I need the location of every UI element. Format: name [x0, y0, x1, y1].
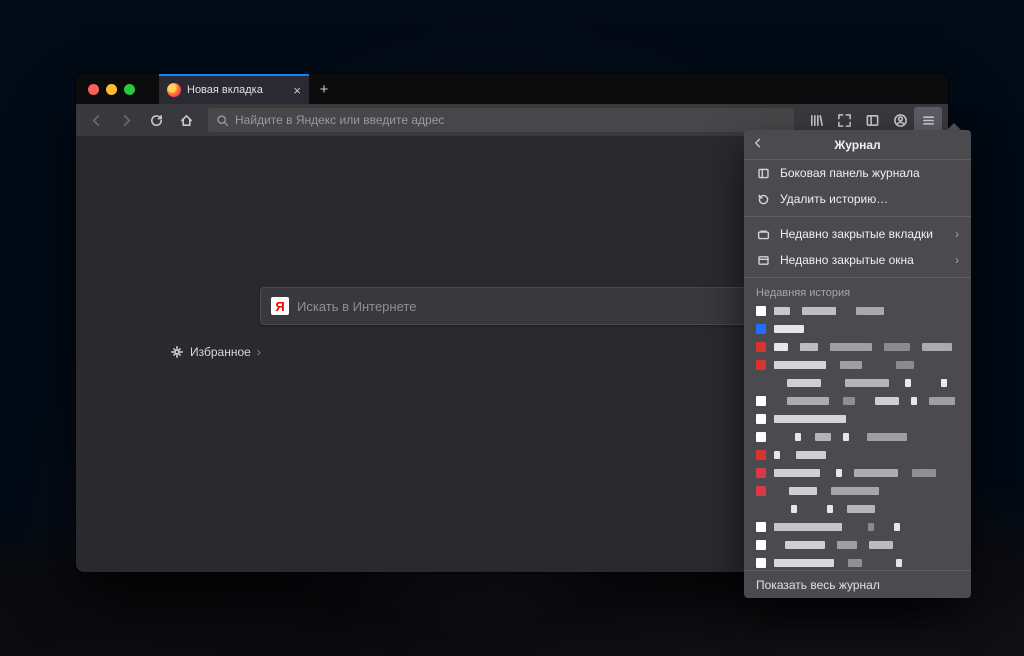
search-icon — [216, 114, 229, 127]
favicon — [756, 558, 766, 568]
favorites-section[interactable]: Избранное › — [170, 345, 261, 359]
window-icon — [756, 254, 770, 267]
address-bar-placeholder: Найдите в Яндекс или введите адрес — [235, 113, 444, 127]
window-controls — [84, 74, 141, 104]
history-item[interactable] — [756, 411, 959, 427]
history-item[interactable] — [756, 393, 959, 409]
tab-title: Новая вкладка — [187, 84, 263, 96]
web-search-placeholder: Искать в Интернете — [297, 299, 416, 314]
history-item[interactable] — [756, 555, 959, 570]
tab-strip: Новая вкладка × + — [76, 74, 948, 104]
new-tab-button[interactable]: + — [309, 74, 339, 104]
close-tab-button[interactable]: × — [293, 84, 301, 97]
favorites-label: Избранное — [190, 345, 251, 359]
back-button[interactable] — [82, 107, 110, 133]
maximize-window-button[interactable] — [124, 84, 135, 95]
web-search-box[interactable]: Я Искать в Интернете — [260, 287, 764, 325]
history-item[interactable] — [756, 357, 959, 373]
history-item[interactable] — [756, 339, 959, 355]
yandex-icon: Я — [271, 297, 289, 315]
favicon — [756, 360, 766, 370]
panel-back-button[interactable] — [752, 137, 764, 152]
reload-button[interactable] — [142, 107, 170, 133]
forward-button[interactable] — [112, 107, 140, 133]
menu-item-label: Недавно закрытые окна — [780, 253, 914, 267]
history-item[interactable] — [756, 537, 959, 553]
history-item[interactable] — [756, 483, 959, 499]
show-all-history-item[interactable]: Показать весь журнал — [744, 570, 971, 598]
history-item[interactable] — [756, 321, 959, 337]
sidebar-icon — [756, 167, 770, 180]
menu-item-label: Боковая панель журнала — [780, 166, 920, 180]
menu-item-label: Удалить историю… — [780, 192, 888, 206]
recently-closed-windows-item[interactable]: Недавно закрытые окна › — [744, 247, 971, 273]
favicon — [756, 378, 766, 388]
recent-history-list — [744, 301, 971, 570]
browser-tab[interactable]: Новая вкладка × — [159, 74, 309, 104]
tab-icon — [756, 228, 770, 241]
home-button[interactable] — [172, 107, 200, 133]
close-window-button[interactable] — [88, 84, 99, 95]
chevron-right-icon: › — [257, 345, 261, 359]
history-sidebar-item[interactable]: Боковая панель журнала — [744, 160, 971, 186]
favicon — [756, 342, 766, 352]
firefox-icon — [167, 83, 181, 97]
favicon — [756, 324, 766, 334]
sparkle-icon — [170, 345, 184, 359]
favicon — [756, 504, 766, 514]
recent-history-section-label: Недавняя история — [744, 282, 971, 301]
minimize-window-button[interactable] — [106, 84, 117, 95]
history-item[interactable] — [756, 501, 959, 517]
history-item[interactable] — [756, 519, 959, 535]
panel-title: Журнал — [834, 138, 880, 152]
favicon — [756, 450, 766, 460]
history-item[interactable] — [756, 303, 959, 319]
favicon — [756, 396, 766, 406]
clear-history-item[interactable]: Удалить историю… — [744, 186, 971, 212]
history-item[interactable] — [756, 447, 959, 463]
history-clear-icon — [756, 193, 770, 206]
favicon — [756, 432, 766, 442]
favicon — [756, 486, 766, 496]
history-item[interactable] — [756, 375, 959, 391]
favicon — [756, 468, 766, 478]
address-bar[interactable]: Найдите в Яндекс или введите адрес — [208, 108, 794, 132]
history-menu-panel: Журнал Боковая панель журнала Удалить ис… — [744, 130, 971, 598]
menu-item-label: Показать весь журнал — [756, 578, 880, 592]
history-item[interactable] — [756, 429, 959, 445]
recently-closed-tabs-item[interactable]: Недавно закрытые вкладки › — [744, 221, 971, 247]
chevron-right-icon: › — [955, 253, 959, 267]
menu-item-label: Недавно закрытые вкладки — [780, 227, 933, 241]
favicon — [756, 414, 766, 424]
history-item[interactable] — [756, 465, 959, 481]
favicon — [756, 522, 766, 532]
panel-header: Журнал — [744, 130, 971, 160]
favicon — [756, 306, 766, 316]
favicon — [756, 540, 766, 550]
chevron-right-icon: › — [955, 227, 959, 241]
